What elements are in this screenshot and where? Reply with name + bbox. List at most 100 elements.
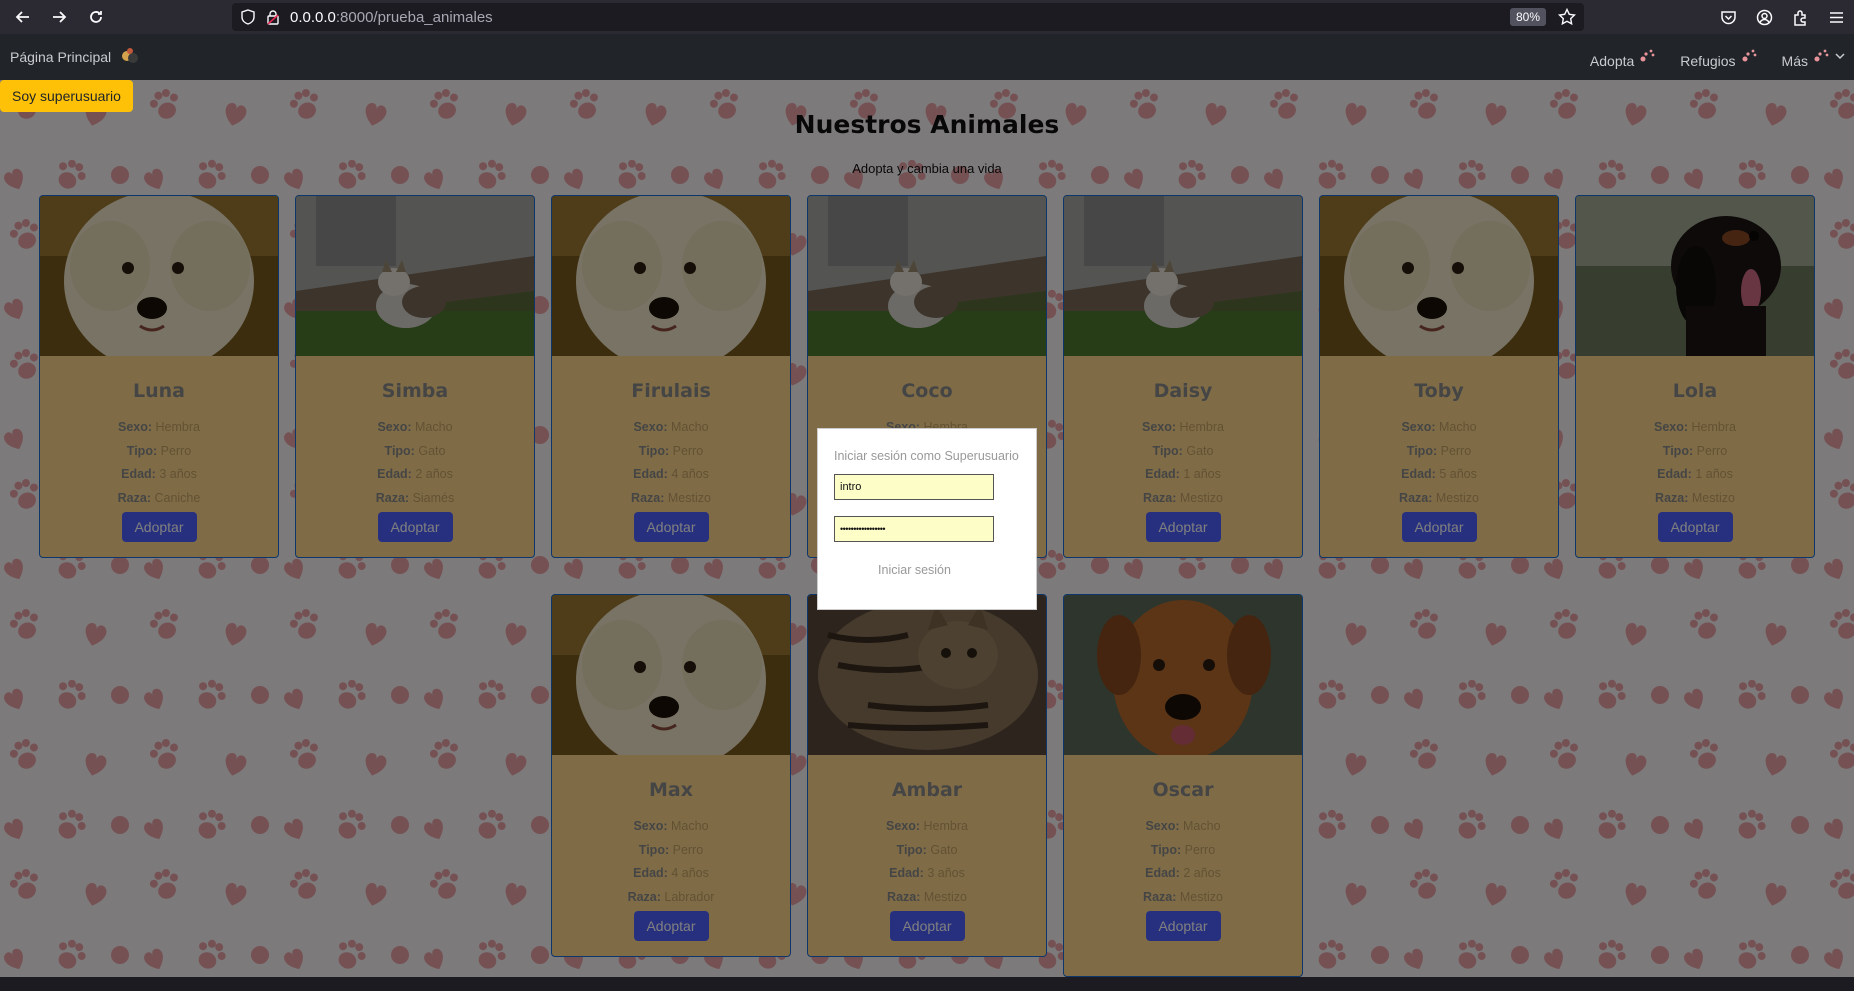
pets-logo-icon bbox=[122, 48, 139, 63]
account-icon[interactable] bbox=[1746, 0, 1782, 34]
url-text: 0.0.0.0:8000/prueba_animales bbox=[290, 8, 493, 26]
animal-sex: Sexo: Macho bbox=[1401, 420, 1477, 434]
animal-photo bbox=[552, 196, 790, 356]
animal-card: Oscar Sexo: Macho Tipo: Perro Edad: 2 años R… bbox=[1063, 594, 1303, 977]
adopt-button[interactable]: Adoptar bbox=[1145, 512, 1221, 542]
animal-sex: Sexo: Macho bbox=[633, 819, 709, 833]
animal-breed: Raza: Mestizo bbox=[887, 889, 967, 904]
animal-breed: Raza: Mestizo bbox=[631, 490, 711, 505]
animal-card: Simba Sexo: Macho Tipo: Gato Edad: 2 años Ra… bbox=[295, 195, 535, 558]
nav-link-adopta[interactable]: Adopta bbox=[1590, 49, 1656, 69]
animal-card: Daisy Sexo: Hembra Tipo: Gato Edad: 1 años R… bbox=[1063, 195, 1303, 558]
menu-icon[interactable] bbox=[1818, 0, 1854, 34]
animal-card: Lola Sexo: Hembra Tipo: Perro Edad: 1 años R… bbox=[1575, 195, 1815, 558]
adopt-button[interactable]: Adoptar bbox=[377, 512, 453, 542]
animal-sex: Sexo: Macho bbox=[1145, 819, 1221, 833]
animal-card: Ambar Sexo: Hembra Tipo: Gato Edad: 3 años R… bbox=[807, 594, 1047, 957]
password-field[interactable]: ••••••••••••••••• bbox=[834, 516, 994, 542]
nav-link-refugios[interactable]: Refugios bbox=[1680, 49, 1757, 69]
animal-age: Edad: 3 años bbox=[121, 467, 197, 481]
animal-name: Oscar bbox=[1152, 779, 1214, 801]
browser-toolbar: 0.0.0.0:8000/prueba_animales 80% bbox=[0, 0, 1854, 34]
nav-link-mas[interactable]: Más bbox=[1782, 49, 1846, 69]
animal-sex: Sexo: Hembra bbox=[886, 819, 968, 833]
animal-breed: Raza: Siamés bbox=[375, 490, 455, 505]
animal-name: Toby bbox=[1414, 380, 1464, 402]
animal-sex: Sexo: Hembra bbox=[1654, 420, 1736, 434]
pocket-icon[interactable] bbox=[1710, 0, 1746, 34]
animal-age: Edad: 4 años bbox=[633, 467, 709, 481]
animal-photo bbox=[1320, 196, 1558, 356]
animal-name: Lola bbox=[1672, 380, 1718, 402]
animal-breed: Raza: Mestizo bbox=[1143, 490, 1223, 505]
animal-photo bbox=[808, 595, 1046, 755]
animal-type: Tipo: Perro bbox=[126, 443, 192, 458]
animal-sex: Sexo: Hembra bbox=[1142, 420, 1224, 434]
username-field[interactable]: intro bbox=[834, 474, 994, 500]
animal-type: Tipo: Perro bbox=[1662, 443, 1728, 458]
animal-name: Daisy bbox=[1153, 380, 1213, 402]
extensions-icon[interactable] bbox=[1782, 0, 1818, 34]
url-bar[interactable]: 0.0.0.0:8000/prueba_animales 80% bbox=[232, 3, 1584, 31]
adopt-button[interactable]: Adoptar bbox=[633, 911, 709, 941]
lock-icon[interactable] bbox=[266, 9, 280, 25]
adopt-button[interactable]: Adoptar bbox=[1401, 512, 1477, 542]
adopt-button[interactable]: Adoptar bbox=[633, 512, 709, 542]
bookmark-star-icon[interactable] bbox=[1558, 8, 1576, 26]
animal-sex: Sexo: Hembra bbox=[118, 420, 200, 434]
animal-age: Edad: 1 años bbox=[1145, 467, 1221, 481]
animal-age: Edad: 3 años bbox=[889, 866, 965, 880]
animal-photo bbox=[1576, 196, 1814, 356]
animal-card: Toby Sexo: Macho Tipo: Perro Edad: 5 años Ra… bbox=[1319, 195, 1559, 558]
animal-type: Tipo: Perro bbox=[1150, 842, 1216, 857]
login-submit-button[interactable]: Iniciar sesión bbox=[818, 563, 1011, 577]
animal-type: Tipo: Perro bbox=[1406, 443, 1472, 458]
animal-photo bbox=[552, 595, 790, 755]
animal-card: Max Sexo: Macho Tipo: Perro Edad: 4 años Raz… bbox=[551, 594, 791, 957]
animal-age: Edad: 5 años bbox=[1401, 467, 1477, 481]
nav-links: Adopta Refugios Más bbox=[1590, 34, 1846, 80]
animal-breed: Raza: Mestizo bbox=[1655, 490, 1735, 505]
paw-icon bbox=[1742, 49, 1756, 62]
animal-name: Luna bbox=[133, 380, 185, 402]
page-subtitle: Adopta y cambia una vida bbox=[852, 161, 1002, 176]
animal-type: Tipo: Gato bbox=[1152, 443, 1214, 458]
animal-type: Tipo: Perro bbox=[638, 842, 704, 857]
brand-label: Página Principal bbox=[10, 49, 112, 65]
animal-name: Firulais bbox=[631, 380, 711, 402]
animal-name: Ambar bbox=[891, 779, 963, 801]
brand-link[interactable]: Página Principal bbox=[10, 46, 141, 68]
zoom-level[interactable]: 80% bbox=[1509, 8, 1546, 26]
animal-sex: Sexo: Macho bbox=[633, 420, 709, 434]
animal-age: Edad: 1 años bbox=[1657, 467, 1733, 481]
shield-icon[interactable] bbox=[240, 9, 256, 25]
reload-icon[interactable] bbox=[81, 2, 111, 32]
browser-tools bbox=[1710, 0, 1854, 34]
animal-type: Tipo: Gato bbox=[384, 443, 446, 458]
animal-breed: Raza: Caniche bbox=[117, 490, 201, 505]
modal-title: Iniciar sesión como Superusuario bbox=[834, 449, 1019, 463]
animal-photo bbox=[1064, 595, 1302, 755]
chevron-down-icon[interactable] bbox=[1834, 50, 1846, 62]
back-icon[interactable] bbox=[8, 2, 38, 32]
animal-breed: Raza: Mestizo bbox=[1399, 490, 1479, 505]
superuser-badge[interactable]: Soy superusuario bbox=[0, 80, 133, 112]
adopt-button[interactable]: Adoptar bbox=[1657, 512, 1733, 542]
animal-name: Simba bbox=[381, 380, 449, 402]
forward-icon[interactable] bbox=[44, 2, 74, 32]
paw-icon bbox=[1640, 49, 1655, 62]
animal-type: Tipo: Gato bbox=[896, 842, 958, 857]
animal-type: Tipo: Perro bbox=[638, 443, 704, 458]
animal-photo bbox=[808, 196, 1046, 356]
animal-name: Max bbox=[649, 779, 693, 801]
animal-card: Luna Sexo: Hembra Tipo: Perro Edad: 3 años R… bbox=[39, 195, 279, 558]
animal-breed: Raza: Mestizo bbox=[1143, 889, 1223, 904]
adopt-button[interactable]: Adoptar bbox=[889, 911, 965, 941]
animal-breed: Raza: Labrador bbox=[627, 889, 715, 904]
animal-photo bbox=[40, 196, 278, 356]
adopt-button[interactable]: Adoptar bbox=[1145, 911, 1221, 941]
adopt-button[interactable]: Adoptar bbox=[121, 512, 197, 542]
animal-photo bbox=[296, 196, 534, 356]
paw-icon bbox=[1814, 49, 1829, 62]
site-navbar: Página Principal Adopta Refugios Más bbox=[0, 34, 1854, 80]
